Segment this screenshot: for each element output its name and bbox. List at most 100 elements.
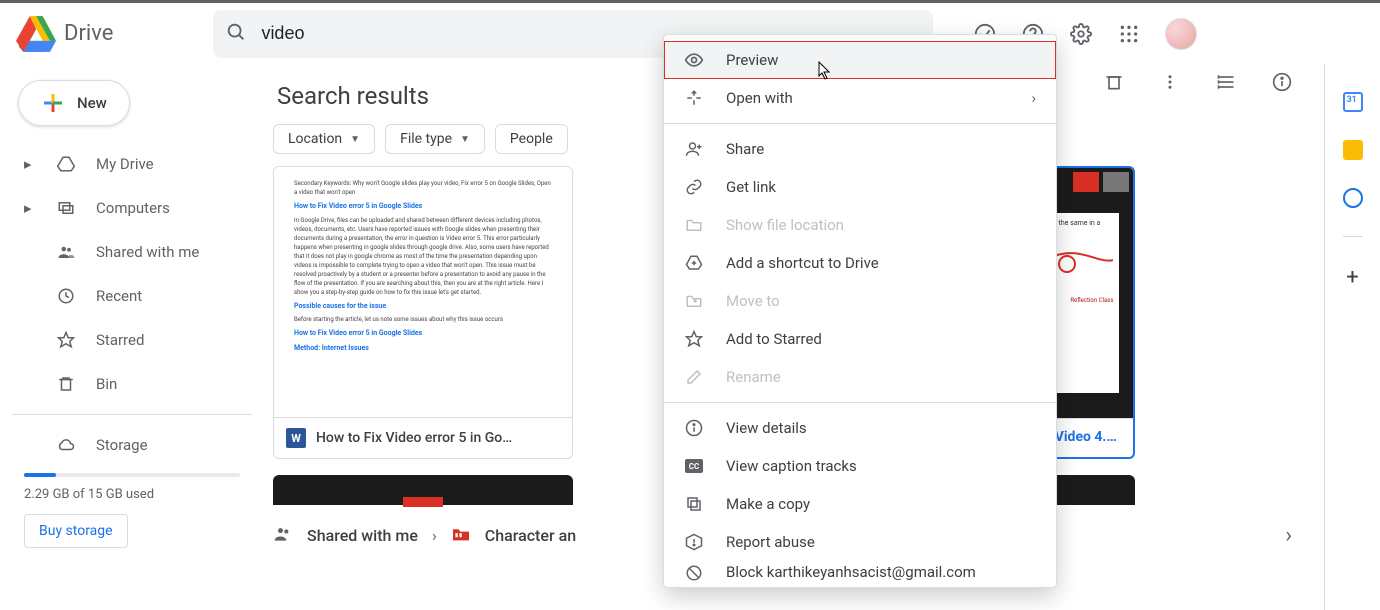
shortcut-icon xyxy=(684,253,704,273)
filter-file-type[interactable]: File type▼ xyxy=(385,124,485,154)
chevron-right-icon[interactable]: › xyxy=(1285,523,1292,548)
breadcrumb-current[interactable]: Character an xyxy=(485,526,576,545)
ctx-make-copy[interactable]: Make a copy xyxy=(664,485,1056,523)
file-card[interactable]: Secondary Keywords: Why won't Google sli… xyxy=(273,166,573,459)
ctx-label: Report abuse xyxy=(726,533,815,551)
file-caption: W How to Fix Video error 5 in Go… xyxy=(274,417,572,458)
ctx-get-link[interactable]: Get link xyxy=(664,168,1056,206)
context-menu: Preview Open with › Share Get link Show … xyxy=(663,34,1057,588)
divider xyxy=(12,414,252,415)
ctx-label: Make a copy xyxy=(726,495,810,513)
ctx-show-location: Show file location xyxy=(664,206,1056,244)
ctx-add-shortcut[interactable]: Add a shortcut to Drive xyxy=(664,244,1056,282)
settings-icon[interactable] xyxy=(1069,22,1093,46)
folder-icon xyxy=(684,215,704,235)
copy-icon xyxy=(684,494,704,514)
ctx-label: View details xyxy=(726,419,807,437)
drive-logo-icon xyxy=(16,14,56,54)
file-card[interactable] xyxy=(273,475,573,505)
add-addon-button[interactable]: + xyxy=(1346,265,1358,290)
storage-used-text: 2.29 GB of 15 GB used xyxy=(24,487,252,502)
filter-people[interactable]: People xyxy=(495,124,568,154)
block-icon xyxy=(684,563,704,581)
caret-down-icon: ▼ xyxy=(350,134,360,145)
sidebar-item-my-drive[interactable]: ▸ My Drive xyxy=(12,142,252,186)
separator xyxy=(664,123,1056,124)
sidebar: New ▸ My Drive ▸ Computers ▸ Shared with… xyxy=(0,64,260,610)
ctx-move-to: Move to xyxy=(664,282,1056,320)
sidebar-item-label: Recent xyxy=(96,287,142,305)
ctx-add-starred[interactable]: Add to Starred xyxy=(664,320,1056,358)
open-with-icon xyxy=(684,88,704,108)
shared-icon xyxy=(56,242,76,262)
ctx-report-abuse[interactable]: Report abuse xyxy=(664,523,1056,561)
eye-icon xyxy=(684,50,704,70)
ctx-open-with[interactable]: Open with › xyxy=(664,79,1056,117)
folder-icon xyxy=(451,526,471,546)
info-icon[interactable] xyxy=(1270,70,1294,94)
link-icon xyxy=(684,177,704,197)
ctx-block-user[interactable]: Block karthikeyanhsacist@gmail.com xyxy=(664,561,1056,581)
ctx-label: Share xyxy=(726,140,764,158)
plus-icon xyxy=(41,91,65,115)
sidebar-item-recent[interactable]: ▸ Recent xyxy=(12,274,252,318)
more-icon[interactable] xyxy=(1158,70,1182,94)
shared-icon xyxy=(273,524,293,548)
ctx-label: View caption tracks xyxy=(726,457,857,475)
app-title: Drive xyxy=(64,21,113,46)
keep-icon[interactable] xyxy=(1343,140,1363,160)
info-icon xyxy=(684,418,704,438)
storage-bar xyxy=(24,473,240,477)
storage-icon xyxy=(56,435,76,455)
new-button[interactable]: New xyxy=(18,80,130,126)
ctx-preview[interactable]: Preview xyxy=(664,41,1056,79)
person-add-icon xyxy=(684,139,704,159)
sidebar-item-label: Bin xyxy=(96,375,117,393)
ctx-label: Add a shortcut to Drive xyxy=(726,254,879,272)
ctx-label: Rename xyxy=(726,368,781,386)
docx-icon: W xyxy=(286,428,306,448)
avatar[interactable] xyxy=(1165,18,1197,50)
calendar-icon[interactable] xyxy=(1343,92,1363,112)
expand-icon: ▸ xyxy=(24,199,36,217)
report-icon xyxy=(684,532,704,552)
ctx-view-details[interactable]: View details xyxy=(664,409,1056,447)
buy-storage-button[interactable]: Buy storage xyxy=(24,514,128,548)
expand-icon: ▸ xyxy=(24,155,36,173)
sidebar-item-label: Computers xyxy=(96,199,170,217)
sidebar-item-bin[interactable]: ▸ Bin xyxy=(12,362,252,406)
filter-location[interactable]: Location▼ xyxy=(273,124,375,154)
ctx-caption-tracks[interactable]: CC View caption tracks xyxy=(664,447,1056,485)
ctx-label: Block karthikeyanhsacist@gmail.com xyxy=(726,563,976,581)
sidebar-item-computers[interactable]: ▸ Computers xyxy=(12,186,252,230)
sidebar-item-shared[interactable]: ▸ Shared with me xyxy=(12,230,252,274)
action-bar xyxy=(1102,70,1294,94)
ctx-label: Preview xyxy=(726,51,778,69)
list-view-icon[interactable] xyxy=(1214,70,1238,94)
drive-logo-area[interactable]: Drive xyxy=(16,14,113,54)
new-button-label: New xyxy=(77,94,107,112)
bin-icon xyxy=(56,374,76,394)
ctx-label: Show file location xyxy=(726,216,844,234)
sidebar-item-starred[interactable]: ▸ Starred xyxy=(12,318,252,362)
ctx-share[interactable]: Share xyxy=(664,130,1056,168)
recent-icon xyxy=(56,286,76,306)
ctx-label: Open with xyxy=(726,89,793,107)
ctx-label: Get link xyxy=(726,178,776,196)
tasks-icon[interactable] xyxy=(1343,188,1363,208)
sidebar-item-label: Shared with me xyxy=(96,243,199,261)
star-icon xyxy=(684,329,704,349)
move-icon xyxy=(684,291,704,311)
sidebar-item-label: Starred xyxy=(96,331,144,349)
breadcrumb-root[interactable]: Shared with me xyxy=(307,526,418,545)
apps-icon[interactable] xyxy=(1117,22,1141,46)
star-icon xyxy=(56,330,76,350)
trash-icon[interactable] xyxy=(1102,70,1126,94)
sidebar-item-storage[interactable]: ▸ Storage xyxy=(12,423,252,467)
ctx-label: Move to xyxy=(726,292,780,310)
chevron-right-icon: › xyxy=(432,526,437,545)
separator xyxy=(664,402,1056,403)
sidebar-item-label: Storage xyxy=(96,436,148,454)
search-icon[interactable] xyxy=(225,21,247,47)
chevron-right-icon: › xyxy=(1031,89,1036,107)
